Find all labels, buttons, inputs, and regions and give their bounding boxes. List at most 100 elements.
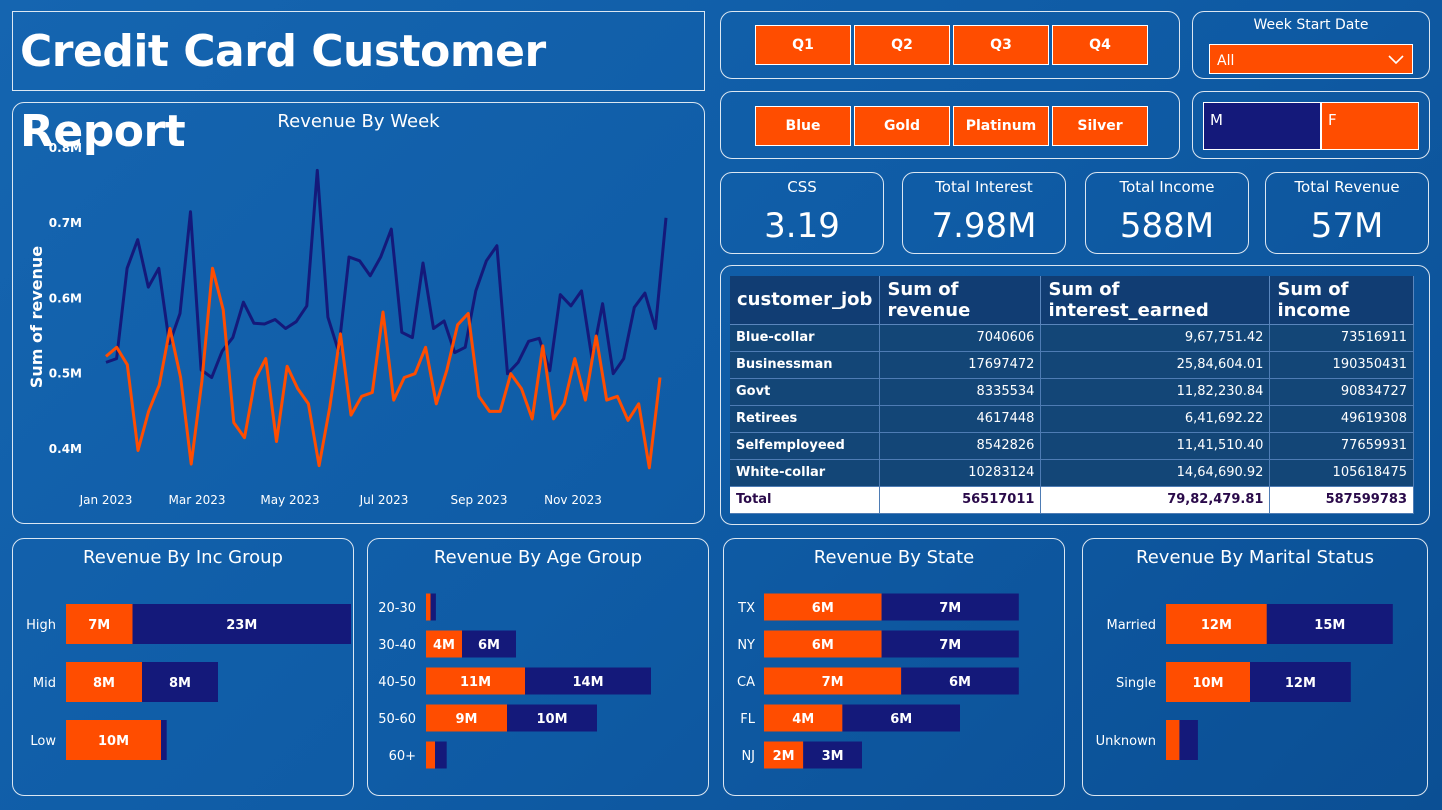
revenue-by-age-group-chart: 20-30 30-40 4M 6M 40-50 11M 14M 50-60 9M 10M 60+ [378,593,651,769]
chevron-down-icon [1388,55,1404,65]
data-label: 11M [460,675,491,690]
table-cell-value: 73516911 [1269,324,1414,352]
card-category-slicer: Blue Gold Platinum Silver [720,91,1180,159]
revenue-by-inc-group-chart: High 7M 23M Mid 8M 8M Low 10M [26,604,351,760]
table-cell-value: 17697472 [879,351,1042,379]
bar-segment-orange[interactable] [426,741,435,769]
category-label: Unknown [1096,734,1156,749]
y-tick-label: 0.5M [49,367,82,381]
card-gold-button[interactable]: Gold [854,106,950,146]
quarter-q3-button[interactable]: Q3 [953,25,1049,65]
kpi-label: CSS [787,178,817,196]
category-label: NY [737,638,755,653]
week-start-slicer: Week Start Date All [1192,11,1430,79]
data-label: 8M [93,676,115,691]
category-label: 50-60 [378,712,416,727]
quarter-q2-button[interactable]: Q2 [854,25,950,65]
table-row: Businessman 17697472 25,84,604.01 190350431 [730,351,1414,379]
y-axis-label: Sum of revenue [27,246,46,388]
kpi-value: 3.19 [764,206,840,246]
data-label: 12M [1201,618,1232,633]
card-blue-button[interactable]: Blue [755,106,851,146]
table-header-row: customer_job Sum of revenue Sum of inter… [730,276,1414,325]
y-tick-label: 0.6M [49,291,82,305]
category-label: 40-50 [378,675,416,690]
table-row: Selfemployeed 8542826 11,41,510.40 77659931 [730,432,1414,460]
data-label: 10M [1192,676,1223,691]
data-label: 23M [226,618,257,633]
column-header[interactable]: customer_job [730,276,881,325]
table-cell-job: Selfemployeed [730,432,881,460]
column-header[interactable]: Sum of revenue [879,276,1042,325]
kpi-card-total-interest: Total Interest 7.98M [902,172,1066,254]
week-start-dropdown[interactable]: All [1209,44,1413,74]
table-cell-value: 90834727 [1269,378,1414,406]
table-row: Blue-collar 7040606 9,67,751.42 73516911 [730,324,1414,352]
quarter-q4-button[interactable]: Q4 [1052,25,1148,65]
data-label: 2M [773,749,795,764]
revenue-by-state-chart: TX 6M 7M NY 6M 7M CA 7M 6M FL 4M 6M NJ 2M 3M [737,593,1019,769]
table-row: Retirees 4617448 6,41,692.22 49619308 [730,405,1414,433]
table-cell-value: 25,84,604.01 [1040,351,1271,379]
data-label: 7M [939,638,961,653]
table-cell-value: 6,41,692.22 [1040,405,1271,433]
category-label: Mid [33,676,56,691]
table-cell-value: 8542826 [879,432,1042,460]
gender-f-button[interactable]: F [1321,102,1419,150]
kpi-label: Total Revenue [1294,178,1400,196]
bar-segment-navy[interactable] [430,593,436,621]
data-label: 3M [822,749,844,764]
table-cell-job: Blue-collar [730,324,881,352]
data-label: 6M [812,601,834,616]
table-row: White-collar 10283124 14,64,690.92 10561847… [730,459,1414,487]
data-label: 7M [822,675,844,690]
table-cell-job: Retirees [730,405,881,433]
revenue-by-marital-status-chart: Married 12M 15M Single 10M 12M Unknown [1096,604,1393,760]
bar-segment-navy[interactable] [161,720,167,760]
data-label: 7M [939,601,961,616]
table-cell-value: 9,67,751.42 [1040,324,1271,352]
bar-segment-orange[interactable] [426,593,431,621]
column-header[interactable]: Sum of interest_earned [1040,276,1271,325]
y-tick-label: 0.4M [49,442,82,456]
report-title-box: Credit Card Customer Report [12,11,705,157]
table-cell-value: 79,82,479.81 [1040,486,1271,514]
table-cell-value: 105618475 [1269,459,1414,487]
quarter-slicer: Q1 Q2 Q3 Q4 [720,11,1180,79]
bar-segment-orange[interactable] [1166,720,1180,760]
quarter-q1-button[interactable]: Q1 [755,25,851,65]
customer-job-table: customer_job Sum of revenue Sum of inter… [730,276,1414,514]
table-row: Govt 8335534 11,82,230.84 90834727 [730,378,1414,406]
data-label: 12M [1285,676,1316,691]
gender-slicer: M F [1192,91,1430,159]
table-cell-value: 190350431 [1269,351,1414,379]
table-cell-value: 11,41,510.40 [1040,432,1271,460]
card-silver-button[interactable]: Silver [1052,106,1148,146]
x-tick-label: Jan 2023 [79,493,133,507]
table-cell-value: 4617448 [879,405,1042,433]
table-cell-job: White-collar [730,459,881,487]
bar-segment-navy[interactable] [435,741,447,769]
category-label: 30-40 [378,638,416,653]
table-cell-job: Total [730,486,881,514]
table-cell-value: 11,82,230.84 [1040,378,1271,406]
column-header[interactable]: Sum of income [1269,276,1414,325]
category-label: FL [740,712,755,727]
category-label: Low [30,734,56,749]
card-platinum-button[interactable]: Platinum [953,106,1049,146]
kpi-value: 7.98M [931,206,1037,246]
kpi-card-total-income: Total Income 588M [1085,172,1249,254]
category-label: Married [1106,618,1156,633]
kpi-label: Total Interest [935,178,1033,196]
data-label: 10M [536,712,567,727]
kpi-card-total-revenue: Total Revenue 57M [1265,172,1429,254]
bar-segment-navy[interactable] [1179,720,1198,760]
data-label: 9M [456,712,478,727]
gender-m-button[interactable]: M [1203,102,1321,150]
data-label: 6M [890,712,912,727]
data-label: 14M [572,675,603,690]
table-cell-value: 14,64,690.92 [1040,459,1271,487]
kpi-value: 57M [1310,206,1384,246]
gender-f-label: F [1328,111,1337,129]
data-label: 4M [433,638,455,653]
